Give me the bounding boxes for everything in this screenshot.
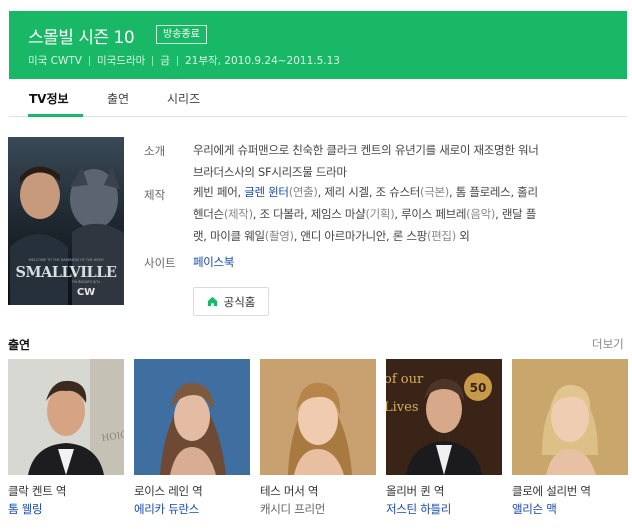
poster-network-note: THURSDAYS 8/7c [71, 280, 101, 284]
production-line: 랫, 마이클 웨일(촬영), 앤디 아르마가니안, 론 스팡(편집) 외 [193, 229, 470, 243]
production-label: 제작 [144, 188, 166, 202]
production-line: 케빈 페어, 글렌 윈터(연출), 제리 시겔, 조 슈스터(극본), 톰 플로… [193, 185, 538, 199]
credit-role: (음악) [466, 207, 496, 221]
cast-actor-link[interactable]: 에리카 듀란스 [134, 501, 199, 517]
credit-role: (촬영) [264, 229, 294, 243]
cast-photo[interactable] [512, 359, 628, 475]
title-header: 스몰빌 시즌 10 방송종료 미국 CWTV 미국드라마 금 21부작, 201… [9, 11, 627, 79]
production-line: 헨더슨(제작), 조 다볼라, 제임스 마샬(기획), 루이스 페브레(음악),… [193, 207, 537, 221]
cast-actor-link[interactable]: 앨리슨 맥 [512, 501, 557, 517]
credit-name: 케빈 페어 [193, 185, 238, 199]
credit-name: 톰 플로레스 [455, 185, 511, 199]
cast-card[interactable]: 로이스 레인 역 에리카 듀란스 [134, 359, 250, 516]
cast-actor: 캐시디 프리먼 [260, 502, 326, 516]
cast-photo[interactable]: HOICE [8, 359, 124, 475]
cast-photo[interactable] [260, 359, 376, 475]
credit-name: 외 [459, 229, 470, 243]
divider [88, 55, 90, 66]
meta-episodes: 21부작, 2010.9.24~2011.5.13 [184, 55, 340, 67]
credit-name: 앤디 아르마가니안 [300, 229, 387, 243]
home-icon [207, 296, 217, 307]
site-label: 사이트 [144, 256, 176, 270]
facebook-link[interactable]: 페이스북 [193, 255, 234, 269]
cast-card[interactable]: of our Lives 50 올리버 퀸 역 저스틴 하틀리 [386, 359, 502, 516]
broadcast-meta: 미국 CWTV 미국드라마 금 21부작, 2010.9.24~2011.5.1… [28, 53, 340, 68]
tab-series[interactable]: 시리즈 [167, 90, 200, 107]
cast-card[interactable]: 클로에 설리번 역 앨리슨 맥 [512, 359, 628, 516]
cast-actor-link[interactable]: 톰 웰링 [8, 501, 43, 517]
poster-image[interactable]: WELCOME TO THE DARKNESS OF THE HERO SMAL… [8, 137, 124, 305]
credit-role: (편집) [426, 229, 456, 243]
cast-role: 테스 머서 역 [260, 484, 319, 498]
more-cast-link[interactable]: 더보기 [592, 336, 624, 352]
active-tab-indicator [28, 114, 83, 117]
cast-card[interactable]: HOICE 클락 켄트 역 톰 웰링 [8, 359, 124, 516]
summary-line: 우리에게 슈퍼맨으로 친숙한 클라크 켄트의 유년기를 새로이 재조명한 워너 [193, 143, 539, 157]
svg-text:Lives: Lives [386, 400, 419, 415]
tab-cast[interactable]: 출연 [107, 90, 129, 107]
cast-card[interactable]: 테스 머서 역 캐시디 프리먼 [260, 359, 376, 516]
meta-day: 금 [160, 55, 170, 67]
credit-role: (제작) [223, 207, 253, 221]
cast-photo[interactable]: of our Lives 50 [386, 359, 502, 475]
divider [152, 55, 154, 66]
poster-tagline: WELCOME TO THE DARKNESS OF THE HERO [29, 258, 104, 262]
official-homepage-button[interactable]: 공식홈 [193, 287, 269, 316]
meta-network: 미국 CWTV [28, 55, 82, 67]
page: 스몰빌 시즌 10 방송종료 미국 CWTV 미국드라마 금 21부작, 201… [0, 0, 632, 532]
divider [176, 55, 178, 66]
cast-actor-link[interactable]: 저스틴 하틀리 [386, 501, 451, 517]
svg-text:of our: of our [386, 372, 424, 387]
svg-text:50: 50 [470, 381, 487, 395]
poster-network-logo: CW [77, 287, 95, 298]
cast-section-title: 출연 [8, 338, 31, 352]
poster-title: SMALLVILLE [16, 264, 117, 281]
official-homepage-label: 공식홈 [223, 294, 256, 309]
meta-genre: 미국드라마 [96, 55, 146, 67]
cast-role: 로이스 레인 역 [134, 484, 203, 498]
summary-label: 소개 [144, 144, 166, 158]
tab-tv-info[interactable]: TV정보 [29, 90, 69, 107]
summary-text: 우리에게 슈퍼맨으로 친숙한 클라크 켄트의 유년기를 새로이 재조명한 워너 … [193, 139, 613, 183]
credit-role: (기획) [365, 207, 395, 221]
credit-name: 마이클 웨일 [210, 229, 265, 243]
page-title: 스몰빌 시즌 10 [28, 28, 135, 48]
site-value-row: 페이스북 [193, 251, 613, 273]
credit-name: 홀리 [517, 185, 538, 199]
summary-line: 브라더스사의 SF시리즈물 드라마 [193, 165, 347, 179]
credit-name-link[interactable]: 글렌 윈터 [244, 185, 289, 199]
credit-name: 루이스 페브레 [401, 207, 467, 221]
credit-name: 랜달 플 [501, 207, 537, 221]
credit-name: 론 스팡 [392, 229, 428, 243]
production-credits: 케빈 페어, 글렌 윈터(연출), 제리 시겔, 조 슈스터(극본), 톰 플로… [193, 181, 613, 247]
cast-photo[interactable] [134, 359, 250, 475]
status-badge: 방송종료 [156, 25, 207, 44]
credit-name: 조 슈스터 [375, 185, 421, 199]
credit-name: 제리 시겔 [324, 185, 369, 199]
credit-role: (연출) [288, 185, 318, 199]
credit-name: 헨더슨 [193, 207, 224, 221]
credit-name: 조 다볼라 [259, 207, 305, 221]
credit-name: 제임스 마샬 [310, 207, 366, 221]
credit-name: 랫 [193, 229, 204, 243]
cast-role: 올리버 퀸 역 [386, 484, 445, 498]
cast-role: 클로에 설리번 역 [512, 484, 591, 498]
credit-role: (극본) [420, 185, 449, 199]
tab-bar: TV정보 출연 시리즈 [9, 79, 627, 117]
cast-role: 클락 켄트 역 [8, 484, 67, 498]
